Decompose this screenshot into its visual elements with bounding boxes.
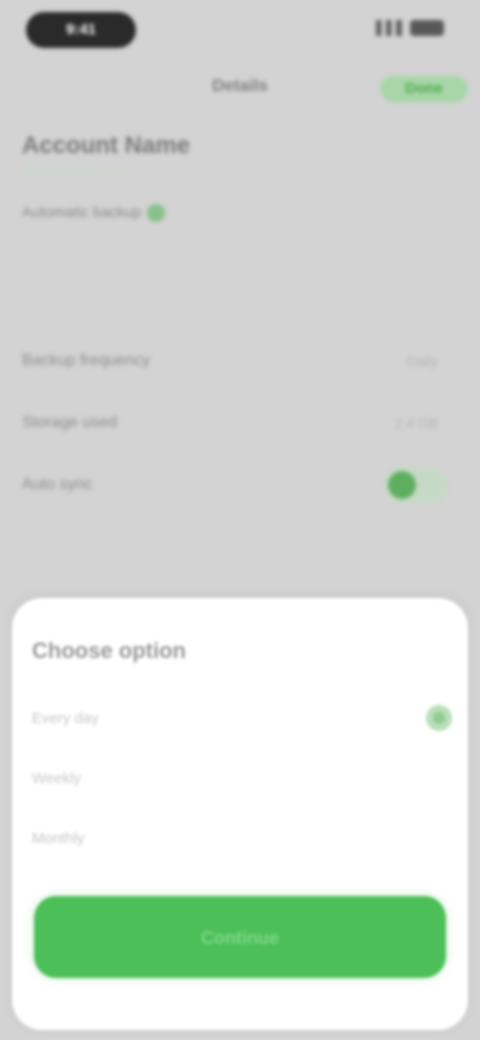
sheet-title: Choose option — [32, 638, 186, 663]
status-dot-icon — [147, 204, 166, 222]
setting-value: 2.4 GB — [394, 415, 438, 431]
unselected-check-icon — [426, 765, 452, 791]
bottom-sheet: Choose option Every day Weekly Monthly C… — [12, 598, 468, 1030]
account-detail-label: Automatic backup — [22, 204, 142, 221]
app-screen: 9:41 Details Done Account Name Personal … — [0, 0, 480, 1040]
setting-label: Backup frequency — [22, 352, 151, 369]
sheet-option-1[interactable]: Weekly — [32, 756, 452, 800]
account-detail[interactable]: Automatic backup — [22, 202, 442, 224]
unselected-check-icon — [426, 825, 452, 851]
selected-check-icon — [426, 705, 452, 731]
settings-list: Backup frequency Daily Storage used 2.4 … — [0, 330, 480, 516]
sheet-option-2[interactable]: Monthly — [32, 816, 452, 860]
option-label: Weekly — [32, 769, 81, 787]
setting-row-auto-sync: Auto sync — [0, 454, 480, 516]
setting-label: Auto sync — [22, 476, 93, 493]
continue-button[interactable]: Continue — [34, 896, 446, 978]
setting-label: Storage used — [22, 414, 118, 431]
nav-bar: Details Done — [0, 66, 480, 110]
status-time: 9:41 — [26, 12, 136, 48]
account-header: Account Name Personal account Automatic … — [22, 130, 442, 224]
done-button[interactable]: Done — [380, 76, 468, 102]
option-label: Monthly — [32, 829, 85, 847]
nav-title: Details — [212, 76, 268, 95]
setting-value: Daily — [406, 353, 438, 369]
setting-row-frequency[interactable]: Backup frequency Daily — [0, 330, 480, 392]
signal-icon — [376, 20, 402, 36]
setting-row-storage[interactable]: Storage used 2.4 GB — [0, 392, 480, 454]
status-icons — [376, 20, 444, 36]
option-label: Every day — [32, 709, 99, 727]
account-title: Account Name — [22, 132, 191, 159]
toggle-knob — [388, 471, 416, 499]
account-subtitle: Personal account — [22, 163, 123, 178]
auto-sync-toggle[interactable] — [384, 467, 448, 503]
status-bar: 9:41 — [0, 0, 480, 60]
sheet-option-0[interactable]: Every day — [32, 696, 452, 740]
battery-icon — [410, 20, 444, 36]
